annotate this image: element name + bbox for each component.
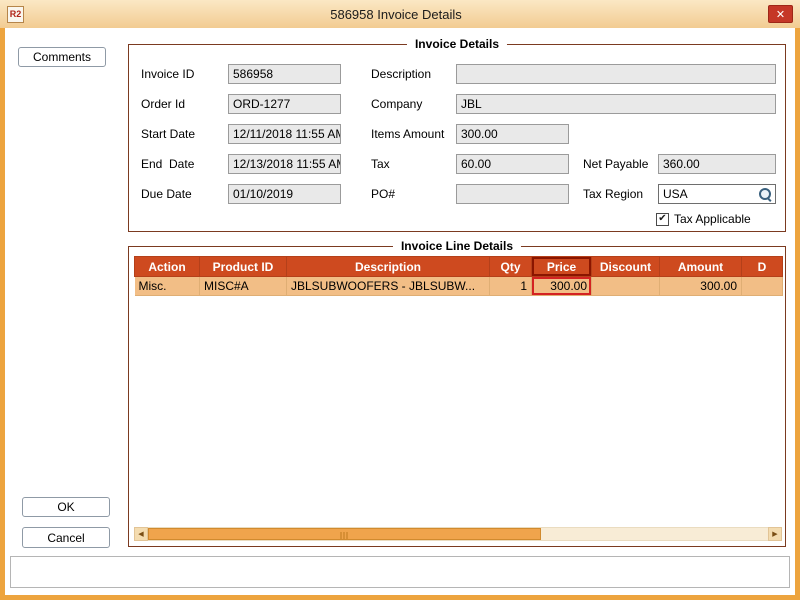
close-icon: ✕ bbox=[776, 8, 785, 21]
start-date-label: Start Date bbox=[141, 124, 195, 144]
cell-extra[interactable] bbox=[742, 277, 783, 296]
app-logo-icon[interactable]: R2 bbox=[7, 6, 24, 23]
search-icon[interactable] bbox=[758, 187, 773, 202]
order-id-label: Order Id bbox=[141, 94, 185, 114]
col-action: Action bbox=[135, 257, 200, 277]
tax-applicable-row: ✔ Tax Applicable bbox=[656, 212, 751, 226]
invoice-details-group: Invoice Details Invoice ID 586958 Order … bbox=[128, 44, 786, 232]
tax-region-value: USA bbox=[663, 187, 688, 201]
invoice-line-details-group: Invoice Line Details Action Product ID D… bbox=[128, 246, 786, 547]
tax-label: Tax bbox=[371, 154, 390, 174]
ok-button[interactable]: OK bbox=[22, 497, 110, 517]
checkmark-icon: ✔ bbox=[658, 214, 666, 224]
po-label: PO# bbox=[371, 184, 395, 204]
comments-button[interactable]: Comments bbox=[18, 47, 106, 67]
col-product-id: Product ID bbox=[200, 257, 287, 277]
col-extra: D bbox=[742, 257, 783, 277]
company-label: Company bbox=[371, 94, 422, 114]
cell-description[interactable]: JBLSUBWOOFERS - JBLSUBW... bbox=[287, 277, 490, 296]
items-amount-label: Items Amount bbox=[371, 124, 444, 144]
col-price: Price bbox=[532, 257, 592, 277]
titlebar[interactable]: R2 586958 Invoice Details ✕ bbox=[0, 0, 800, 28]
col-discount: Discount bbox=[592, 257, 660, 277]
window-title: 586958 Invoice Details bbox=[24, 7, 768, 22]
due-date-field: 01/10/2019 bbox=[228, 184, 341, 204]
tax-applicable-label: Tax Applicable bbox=[674, 212, 751, 226]
tax-applicable-checkbox[interactable]: ✔ bbox=[656, 213, 669, 226]
scrollbar-track[interactable] bbox=[148, 527, 768, 541]
cell-action[interactable]: Misc. bbox=[135, 277, 200, 296]
table-row[interactable]: Misc. MISC#A JBLSUBWOOFERS - JBLSUBW... … bbox=[135, 277, 783, 296]
invoice-line-details-group-title: Invoice Line Details bbox=[393, 239, 521, 253]
scroll-left-icon: ◀ bbox=[138, 530, 143, 538]
invoice-details-group-title: Invoice Details bbox=[407, 37, 507, 51]
tax-region-field[interactable]: USA bbox=[658, 184, 776, 204]
net-payable-field: 360.00 bbox=[658, 154, 776, 174]
cell-qty[interactable]: 1 bbox=[490, 277, 532, 296]
start-date-field: 12/11/2018 11:55 AM bbox=[228, 124, 341, 144]
tax-field: 60.00 bbox=[456, 154, 569, 174]
close-button[interactable]: ✕ bbox=[768, 5, 793, 23]
invoice-lines-table: Action Product ID Description Qty Price … bbox=[134, 256, 783, 296]
client-area: Comments OK Cancel Invoice Details Invoi… bbox=[5, 28, 795, 595]
col-description: Description bbox=[287, 257, 490, 277]
col-qty: Qty bbox=[490, 257, 532, 277]
items-amount-field: 300.00 bbox=[456, 124, 569, 144]
tax-region-label: Tax Region bbox=[583, 184, 643, 204]
scrollbar-grip-icon bbox=[340, 532, 349, 539]
end-date-label: End Date bbox=[141, 154, 194, 174]
invoice-id-label: Invoice ID bbox=[141, 64, 194, 84]
cell-price[interactable]: 300.00 bbox=[532, 277, 592, 296]
net-payable-label: Net Payable bbox=[583, 154, 648, 174]
cancel-button[interactable]: Cancel bbox=[22, 527, 110, 548]
order-id-field: ORD-1277 bbox=[228, 94, 341, 114]
cell-discount[interactable] bbox=[592, 277, 660, 296]
scroll-right-icon: ▶ bbox=[772, 530, 777, 538]
status-bar bbox=[10, 556, 790, 588]
description-field bbox=[456, 64, 776, 84]
horizontal-scrollbar[interactable]: ◀ ▶ bbox=[134, 527, 782, 541]
grid-header-row: Action Product ID Description Qty Price … bbox=[135, 257, 783, 277]
due-date-label: Due Date bbox=[141, 184, 192, 204]
cell-product-id[interactable]: MISC#A bbox=[200, 277, 287, 296]
invoice-id-field: 586958 bbox=[228, 64, 341, 84]
scroll-right-button[interactable]: ▶ bbox=[768, 527, 782, 541]
cell-amount[interactable]: 300.00 bbox=[660, 277, 742, 296]
scroll-left-button[interactable]: ◀ bbox=[134, 527, 148, 541]
scrollbar-thumb[interactable] bbox=[148, 528, 541, 540]
end-date-field: 12/13/2018 11:55 AM bbox=[228, 154, 341, 174]
description-label: Description bbox=[371, 64, 431, 84]
invoice-details-window: R2 586958 Invoice Details ✕ Comments OK … bbox=[0, 0, 800, 600]
po-field bbox=[456, 184, 569, 204]
company-field: JBL bbox=[456, 94, 776, 114]
col-amount: Amount bbox=[660, 257, 742, 277]
